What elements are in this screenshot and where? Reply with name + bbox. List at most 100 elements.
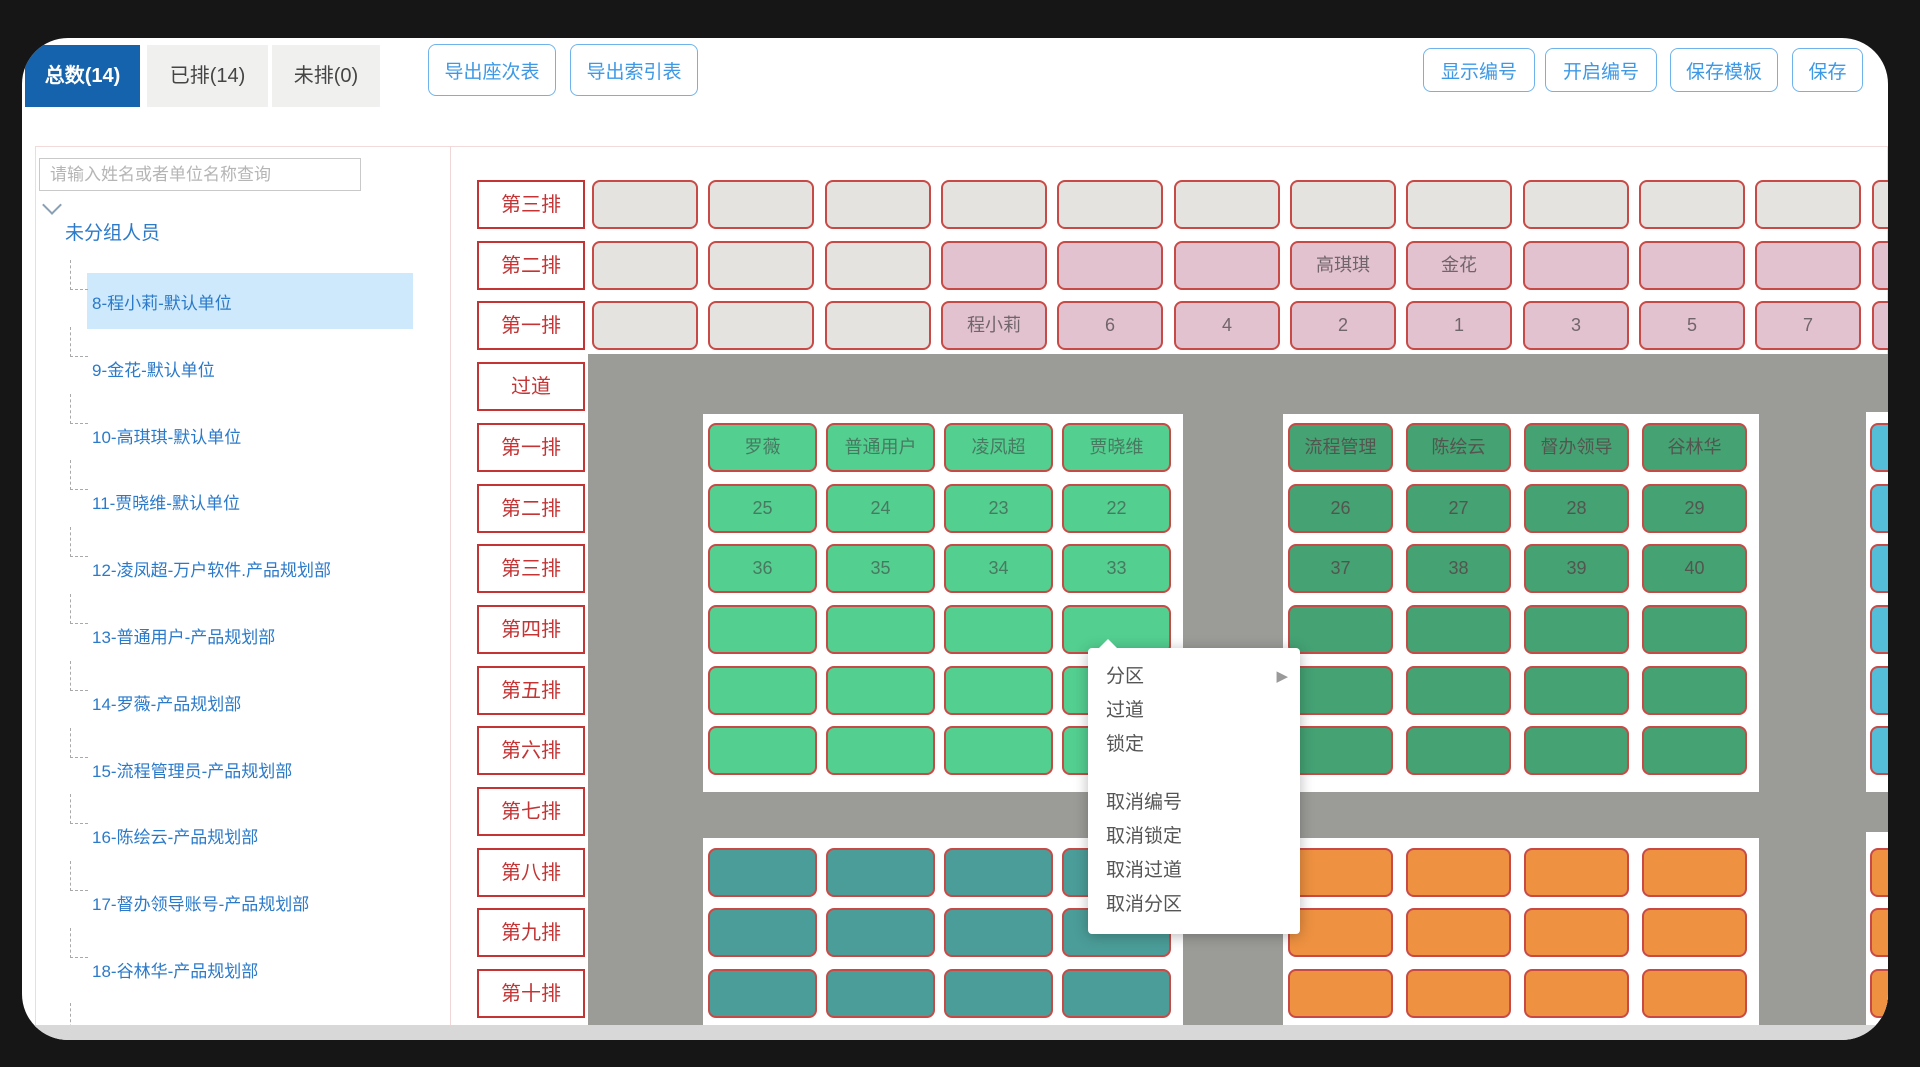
seat[interactable]: 督办领导 (1524, 423, 1629, 472)
seat[interactable] (944, 666, 1053, 715)
seat[interactable] (826, 666, 935, 715)
seat[interactable] (1755, 241, 1861, 290)
row-label[interactable]: 第五排 (477, 666, 585, 715)
seat[interactable] (1870, 969, 1888, 1018)
seat[interactable] (1870, 726, 1888, 775)
seat[interactable]: 22 (1062, 484, 1171, 533)
tree-item-person[interactable]: 10-高琪琪-默认单位 (92, 423, 241, 448)
seat[interactable]: 26 (1288, 484, 1393, 533)
row-label[interactable]: 第八排 (477, 848, 585, 897)
seat[interactable]: 27 (1406, 484, 1511, 533)
save-button[interactable]: 保存 (1792, 48, 1863, 92)
seat[interactable] (708, 726, 817, 775)
seat[interactable]: 5 (1639, 301, 1745, 350)
seat[interactable] (708, 605, 817, 654)
seat[interactable] (1524, 908, 1629, 957)
row-label[interactable]: 第三排 (477, 180, 585, 229)
seat[interactable] (944, 726, 1053, 775)
seat[interactable] (941, 180, 1047, 229)
seat[interactable] (1406, 726, 1511, 775)
seat[interactable]: 罗薇 (708, 423, 817, 472)
tab-total[interactable]: 总数(14) (25, 45, 140, 107)
seat[interactable] (1523, 241, 1629, 290)
seat[interactable] (1406, 666, 1511, 715)
seat[interactable] (1288, 908, 1393, 957)
row-label[interactable]: 第九排 (477, 908, 585, 957)
tree-item-person[interactable]: 9-金花-默认单位 (92, 356, 215, 381)
seat[interactable] (826, 726, 935, 775)
row-label[interactable]: 第二排 (477, 241, 585, 290)
chevron-down-icon[interactable] (42, 195, 62, 215)
seat[interactable] (944, 605, 1053, 654)
seat[interactable] (1406, 605, 1511, 654)
seat[interactable]: 38 (1406, 544, 1511, 593)
tree-item-person[interactable]: 8-程小莉-默认单位 (92, 289, 232, 314)
seat[interactable] (1288, 726, 1393, 775)
seat[interactable] (1642, 726, 1747, 775)
row-label[interactable]: 第四排 (477, 605, 585, 654)
seat[interactable]: 35 (826, 544, 935, 593)
seat[interactable]: 40 (1642, 544, 1747, 593)
seat[interactable] (826, 969, 935, 1018)
seat[interactable]: 37 (1288, 544, 1393, 593)
seat[interactable] (1870, 605, 1888, 654)
seat[interactable] (1639, 241, 1745, 290)
seat[interactable] (1642, 848, 1747, 897)
tree-item-person[interactable]: 16-陈绘云-产品规划部 (92, 823, 258, 848)
seat[interactable] (826, 605, 935, 654)
enable-numbering-button[interactable]: 开启编号 (1545, 48, 1657, 92)
seat[interactable] (592, 241, 698, 290)
seat[interactable] (1870, 908, 1888, 957)
seat[interactable] (826, 908, 935, 957)
seat[interactable] (1870, 484, 1888, 533)
tab-seated[interactable]: 已排(14) (147, 45, 268, 107)
seat[interactable]: 36 (708, 544, 817, 593)
seat[interactable] (1057, 180, 1163, 229)
context-menu-item[interactable]: 分区▶ (1088, 660, 1300, 694)
seat[interactable] (708, 666, 817, 715)
row-label[interactable]: 第一排 (477, 301, 585, 350)
export-seating-chart-button[interactable]: 导出座次表 (428, 44, 556, 96)
seat[interactable] (1524, 969, 1629, 1018)
row-label[interactable]: 过道 (477, 362, 585, 411)
seat[interactable]: 普通用户 (826, 423, 935, 472)
tree-item-person[interactable]: 15-流程管理员-产品规划部 (92, 757, 292, 782)
seat[interactable] (708, 969, 817, 1018)
context-menu-item[interactable]: 取消编号 (1088, 786, 1300, 820)
seat[interactable]: 4 (1174, 301, 1280, 350)
seat[interactable] (1288, 605, 1393, 654)
seat[interactable]: 29 (1642, 484, 1747, 533)
seat[interactable]: 1 (1406, 301, 1512, 350)
seat[interactable] (1870, 423, 1888, 472)
seat[interactable]: 6 (1057, 301, 1163, 350)
seat[interactable]: 33 (1062, 544, 1171, 593)
seat[interactable] (1406, 969, 1511, 1018)
seat[interactable]: 39 (1524, 544, 1629, 593)
seat[interactable] (1288, 666, 1393, 715)
seat[interactable] (1642, 908, 1747, 957)
save-template-button[interactable]: 保存模板 (1670, 48, 1778, 92)
tree-item-person[interactable]: 12-凌凤超-万户软件.产品规划部 (92, 556, 331, 581)
seat[interactable]: 流程管理 (1288, 423, 1393, 472)
row-label[interactable]: 第三排 (477, 544, 585, 593)
seat[interactable] (826, 848, 935, 897)
seat[interactable] (1288, 969, 1393, 1018)
tree-item-person[interactable]: 13-普通用户-产品规划部 (92, 623, 275, 648)
seat[interactable]: 23 (944, 484, 1053, 533)
seat[interactable] (1642, 605, 1747, 654)
seat[interactable] (1872, 301, 1888, 350)
context-menu-item[interactable]: 取消分区 (1088, 888, 1300, 922)
horizontal-scrollbar[interactable] (22, 1025, 1888, 1040)
tree-item-person[interactable]: 11-贾晓维-默认单位 (92, 489, 240, 514)
seat[interactable] (1290, 180, 1396, 229)
row-label[interactable]: 第一排 (477, 423, 585, 472)
seat[interactable] (1524, 848, 1629, 897)
seat[interactable] (1755, 180, 1861, 229)
seat[interactable]: 高琪琪 (1290, 241, 1396, 290)
seat[interactable]: 陈绘云 (1406, 423, 1511, 472)
seat[interactable] (1062, 969, 1171, 1018)
seat[interactable] (825, 180, 931, 229)
seat[interactable]: 34 (944, 544, 1053, 593)
seat[interactable]: 谷林华 (1642, 423, 1747, 472)
seat[interactable] (708, 848, 817, 897)
